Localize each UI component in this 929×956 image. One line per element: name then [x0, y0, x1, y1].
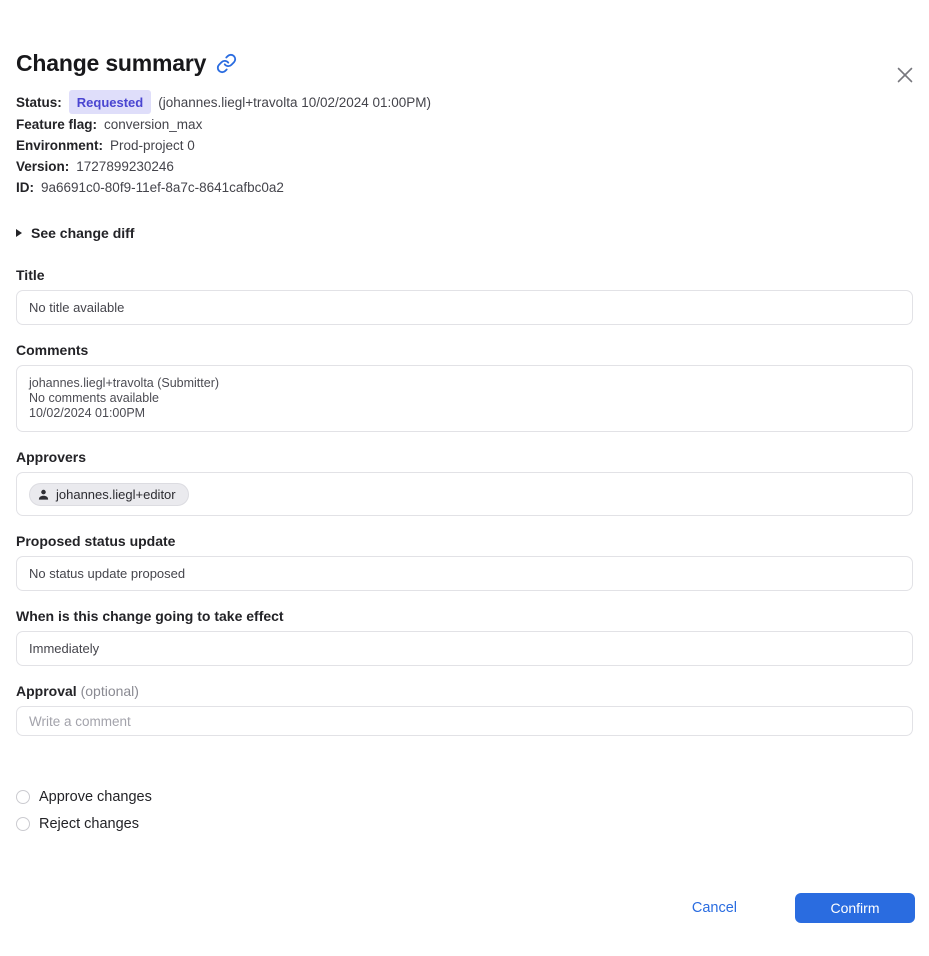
copy-link-icon[interactable] — [216, 53, 237, 74]
status-badge: Requested — [68, 90, 152, 114]
effect-box: Immediately — [16, 631, 913, 666]
cancel-button[interactable]: Cancel — [682, 900, 747, 916]
comments-box: johannes.liegl+travolta (Submitter) No c… — [16, 365, 913, 432]
environment-label: Environment: — [16, 138, 104, 153]
feature-flag-row: Feature flag: conversion_max — [16, 114, 913, 135]
approver-chip[interactable]: johannes.liegl+editor — [29, 482, 189, 506]
see-change-diff-toggle[interactable]: See change diff — [16, 225, 913, 241]
see-change-diff-label: See change diff — [31, 225, 135, 241]
change-summary-modal: Change summary Status: Requested (johann… — [0, 50, 929, 832]
approval-label-text: Approval — [16, 683, 77, 699]
version-label: Version: — [16, 159, 70, 174]
page-title: Change summary — [16, 50, 207, 76]
modal-footer: Cancel Confirm — [682, 893, 915, 923]
title-text: No title available — [29, 300, 125, 315]
environment-value: Prod-project 0 — [110, 138, 195, 153]
approval-field-label: Approval (optional) — [16, 683, 913, 699]
feature-flag-label: Feature flag: — [16, 117, 98, 132]
decision-radio-group: Approve changes Reject changes — [16, 789, 913, 832]
confirm-button[interactable]: Confirm — [795, 893, 915, 923]
comment-submitter: johannes.liegl+travolta (Submitter) — [29, 376, 220, 390]
comment-timestamp: 10/02/2024 01:00PM — [29, 406, 146, 420]
approve-changes-label: Approve changes — [39, 789, 152, 805]
title-field-value: No title available — [16, 290, 913, 325]
environment-row: Environment: Prod-project 0 — [16, 135, 913, 156]
title-field-label: Title — [16, 267, 45, 283]
status-label: Status: — [16, 94, 62, 110]
comment-body: No comments available — [29, 391, 159, 405]
modal-header: Change summary — [16, 50, 913, 77]
effect-text: Immediately — [29, 641, 100, 656]
meta-info: Status: Requested (johannes.liegl+travol… — [16, 90, 913, 198]
approve-changes-radio[interactable]: Approve changes — [16, 789, 913, 805]
reject-changes-label: Reject changes — [39, 816, 139, 832]
id-row: ID: 9a6691c0-80f9-11ef-8a7c-8641cafbc0a2 — [16, 177, 913, 198]
comments-field-label: Comments — [16, 342, 89, 358]
id-value: 9a6691c0-80f9-11ef-8a7c-8641cafbc0a2 — [41, 180, 284, 195]
close-icon — [894, 64, 916, 86]
proposed-status-field-label: Proposed status update — [16, 533, 176, 549]
status-row: Status: Requested (johannes.liegl+travol… — [16, 90, 913, 114]
close-button[interactable] — [892, 62, 918, 88]
person-icon — [37, 488, 50, 501]
feature-flag-value: conversion_max — [104, 117, 203, 132]
version-row: Version: 1727899230246 — [16, 156, 913, 177]
approver-chip-label: johannes.liegl+editor — [56, 486, 176, 502]
chevron-right-icon — [16, 229, 22, 237]
effect-field-label: When is this change going to take effect — [16, 608, 284, 624]
proposed-status-text: No status update proposed — [29, 566, 186, 581]
approval-optional-text: (optional) — [80, 683, 139, 699]
proposed-status-box: No status update proposed — [16, 556, 913, 591]
radio-circle-icon[interactable] — [16, 817, 30, 831]
status-detail: (johannes.liegl+travolta 10/02/2024 01:0… — [158, 94, 432, 110]
approvers-box: johannes.liegl+editor — [16, 472, 913, 516]
approval-comment-input[interactable] — [16, 706, 913, 736]
version-value: 1727899230246 — [76, 159, 174, 174]
reject-changes-radio[interactable]: Reject changes — [16, 816, 913, 832]
radio-circle-icon[interactable] — [16, 790, 30, 804]
approvers-field-label: Approvers — [16, 449, 87, 465]
id-label: ID: — [16, 180, 34, 195]
